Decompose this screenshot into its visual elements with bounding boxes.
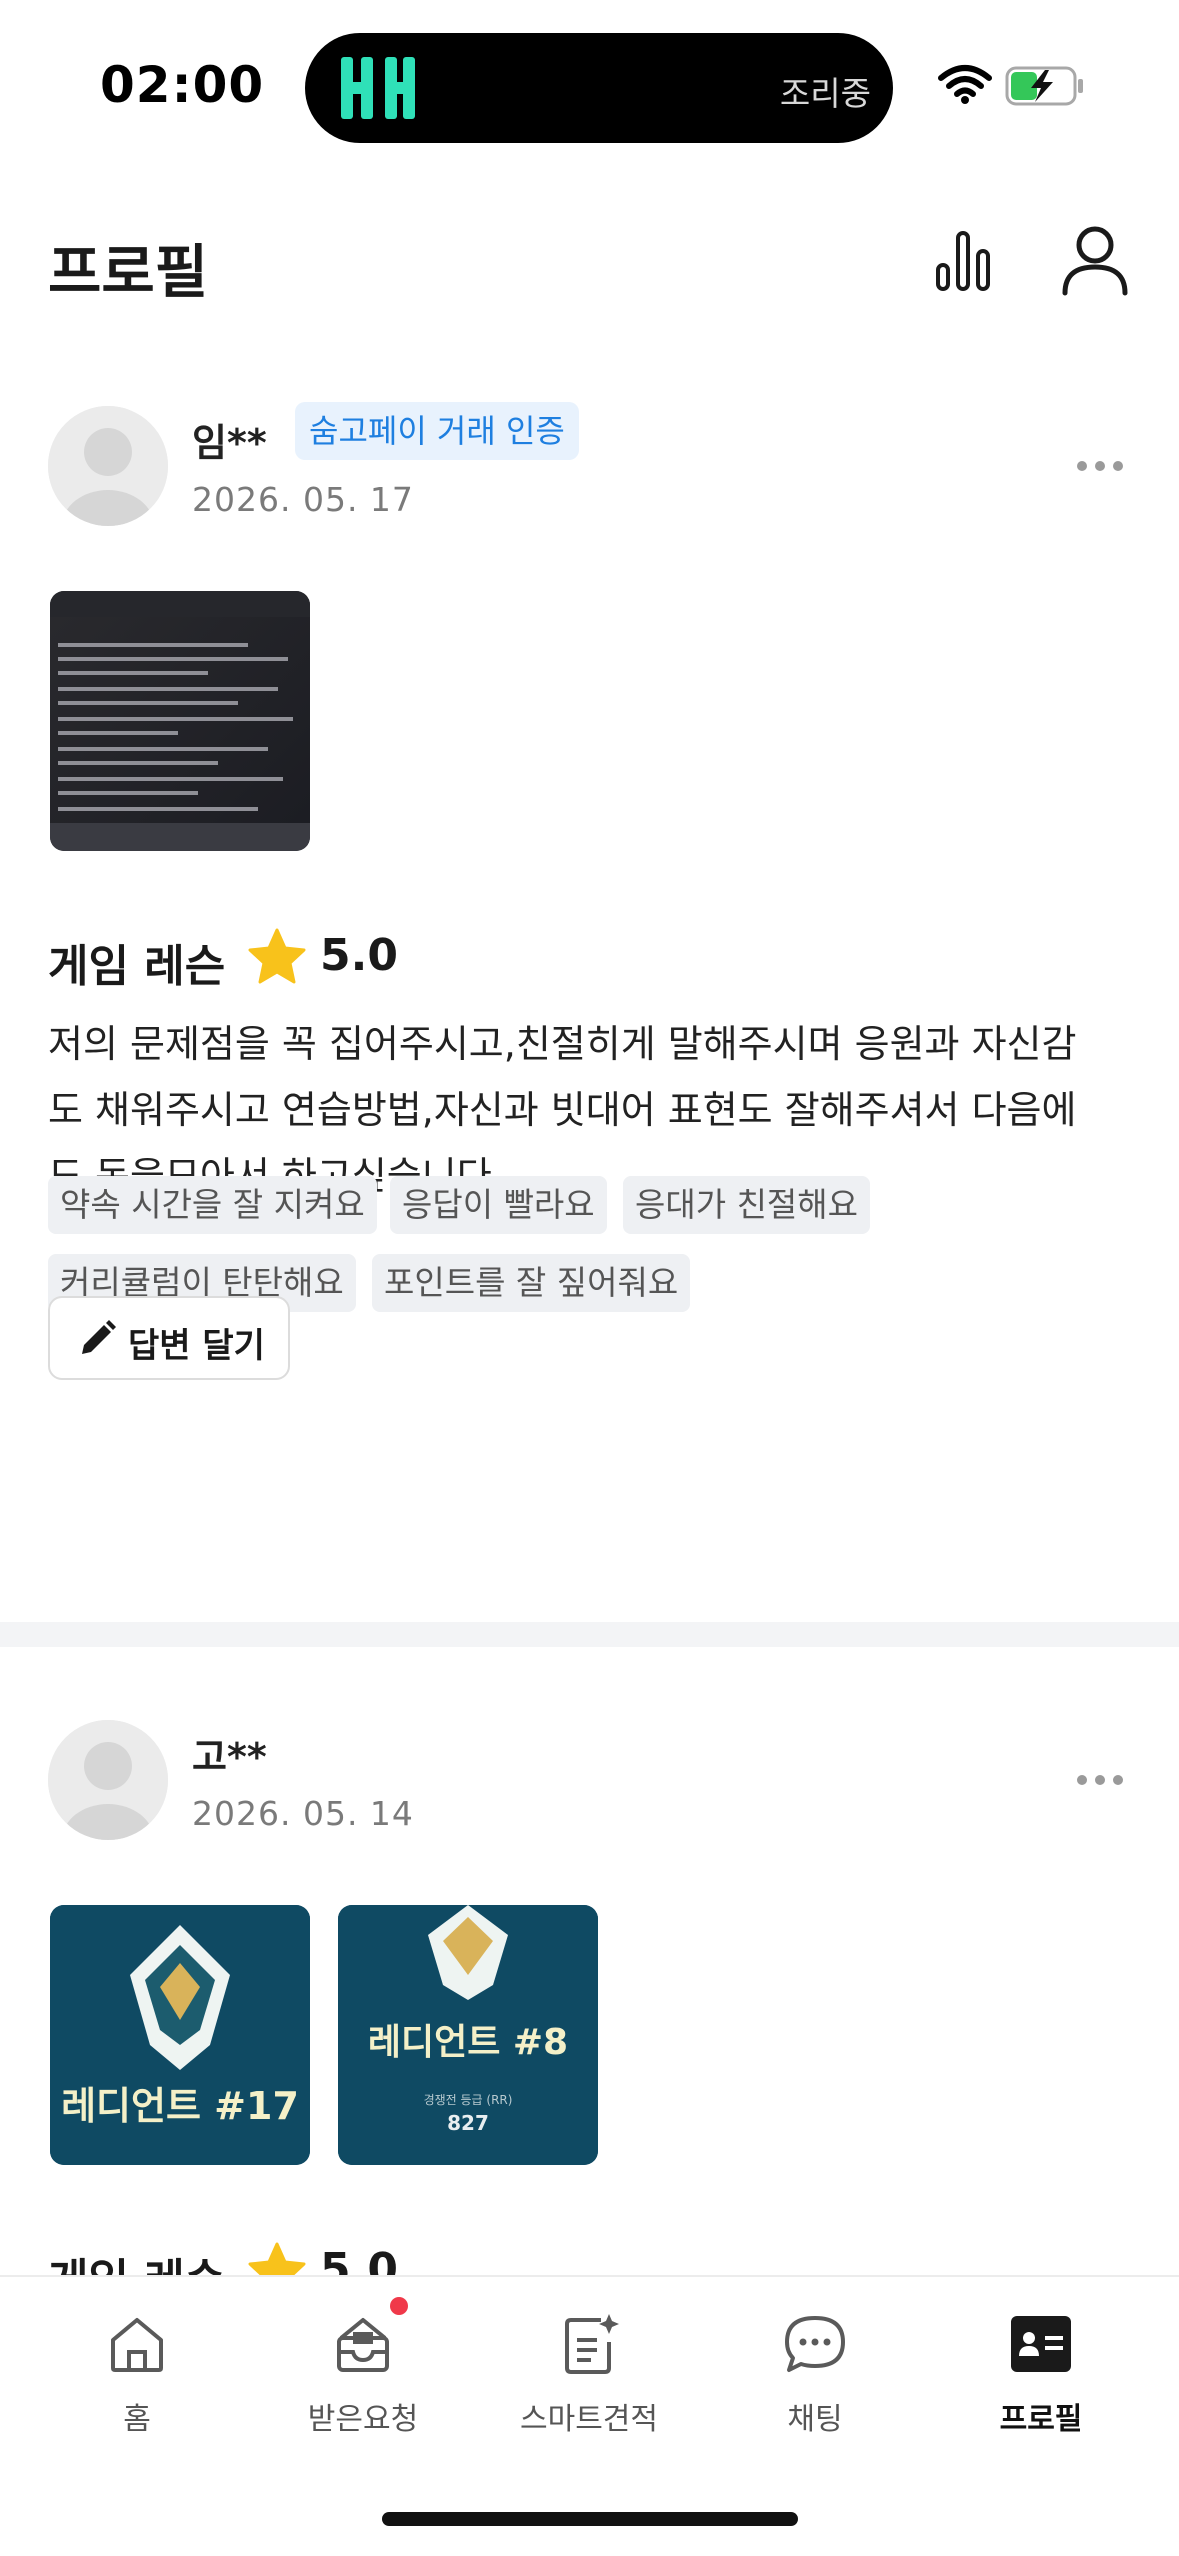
app-logo-icon — [341, 57, 415, 119]
nav-label: 채팅 — [787, 2402, 843, 2437]
verified-payment-badge: 숨고페이 거래 인증 — [295, 402, 579, 460]
more-options-icon[interactable] — [1074, 1772, 1126, 1788]
status-bar: 02:00 조리중 — [0, 0, 1179, 175]
bar-chart-icon[interactable] — [934, 227, 994, 293]
lesson-title: 게임 레슨 — [48, 941, 226, 992]
status-time: 02:00 — [100, 56, 265, 114]
nav-item-profile[interactable]: 프로필 — [941, 2312, 1141, 2442]
photo-screenshot-thumbnail — [50, 591, 310, 851]
default-avatar-icon — [48, 1720, 168, 1840]
review-photo[interactable] — [50, 591, 310, 851]
review-date: 2026. 05. 17 — [192, 480, 414, 519]
home-icon — [111, 2318, 163, 2372]
review-photo[interactable]: 레디언트 #17 — [50, 1905, 310, 2165]
page-title: 프로필 — [48, 238, 209, 306]
nav-label: 홈 — [123, 2402, 151, 2437]
island-status-text: 조리중 — [779, 74, 871, 113]
rank-label: 레디언트 #8 — [367, 2022, 569, 2063]
review-tag: 응대가 친절해요 — [623, 1176, 871, 1234]
reviewer-name: 임** — [192, 421, 267, 465]
review-text-line: 저의 문제점을 꼭 집어주시고,친절히게 말해주시며 응원과 자신감 — [48, 1022, 1077, 1066]
nav-item-inbox[interactable]: 받은요청 — [263, 2312, 463, 2442]
person-icon[interactable] — [1060, 223, 1130, 297]
battery-charging-icon — [1005, 66, 1083, 106]
nav-item-home[interactable]: 홈 — [37, 2312, 237, 2442]
review-text-line: 도 채워주시고 연습방법,자신과 빗대어 표현도 잘해주셔서 다음에 — [48, 1088, 1077, 1132]
smart-quote-icon — [565, 2314, 619, 2374]
reply-button-label: 답변 달기 — [128, 1326, 265, 1366]
reviewer-name: 고** — [192, 1735, 267, 1779]
chat-icon — [785, 2316, 845, 2372]
avatar — [48, 406, 168, 526]
more-options-icon[interactable] — [1074, 458, 1126, 474]
review-tag: 포인트를 잘 짚어줘요 — [372, 1254, 691, 1312]
page-header: 프로필 — [0, 175, 1179, 345]
review-card: 임** 숨고페이 거래 인증 2026. 05. 17 게임 레슨 5.0 저의… — [0, 402, 1179, 1536]
reply-button[interactable]: 답변 달기 — [48, 1296, 290, 1380]
review-tag: 약속 시간을 잘 지켜요 — [48, 1176, 377, 1234]
notification-dot — [390, 2297, 408, 2315]
review-photo[interactable]: 레디언트 #8 경쟁전 등급 (RR) 827 — [338, 1905, 598, 2165]
home-indicator — [382, 2512, 798, 2526]
pencil-icon — [82, 1320, 116, 1354]
rank-sub-label: 경쟁전 등급 (RR) — [423, 2093, 513, 2107]
nav-item-smart-quote[interactable]: 스마트견적 — [489, 2312, 689, 2442]
profile-card-icon — [1011, 2316, 1071, 2372]
nav-label: 스마트견적 — [520, 2402, 658, 2437]
nav-label: 받은요청 — [307, 2402, 419, 2437]
rating-value: 5.0 — [320, 930, 398, 981]
review-date: 2026. 05. 14 — [192, 1794, 414, 1833]
nav-item-chat[interactable]: 채팅 — [715, 2312, 915, 2442]
avatar — [48, 1720, 168, 1840]
star-icon — [248, 928, 306, 984]
default-avatar-icon — [48, 406, 168, 526]
rank-points: 827 — [447, 2111, 489, 2135]
rank-label: 레디언트 #17 — [61, 2084, 299, 2128]
nav-label: 프로필 — [999, 2402, 1083, 2437]
wifi-icon — [938, 65, 992, 104]
section-divider — [0, 1622, 1179, 1647]
inbox-icon — [337, 2318, 389, 2372]
dynamic-island[interactable]: 조리중 — [305, 33, 893, 143]
review-card: 고** 2026. 05. 14 레디언트 #17 레디언트 #8 경쟁전 등급… — [0, 1720, 1179, 2280]
review-tag: 응답이 빨라요 — [390, 1176, 607, 1234]
